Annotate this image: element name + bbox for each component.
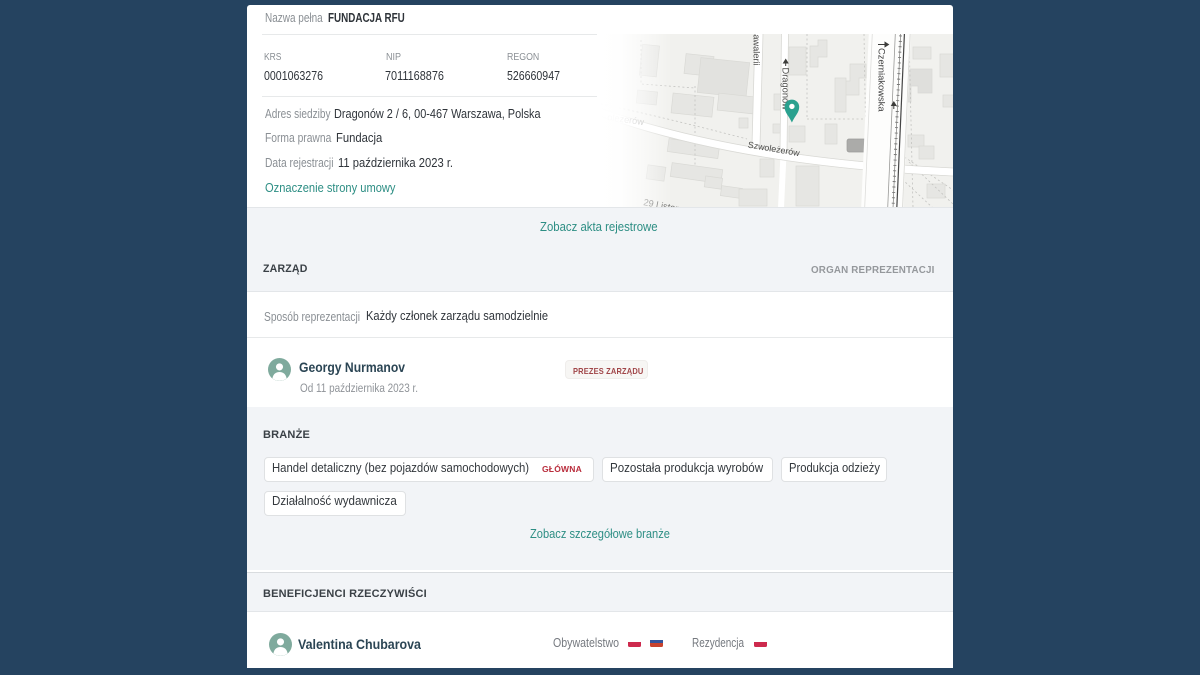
svg-text:Czerniakowska: Czerniakowska	[877, 48, 888, 112]
svg-text:Kawalerii: Kawalerii	[752, 34, 762, 66]
